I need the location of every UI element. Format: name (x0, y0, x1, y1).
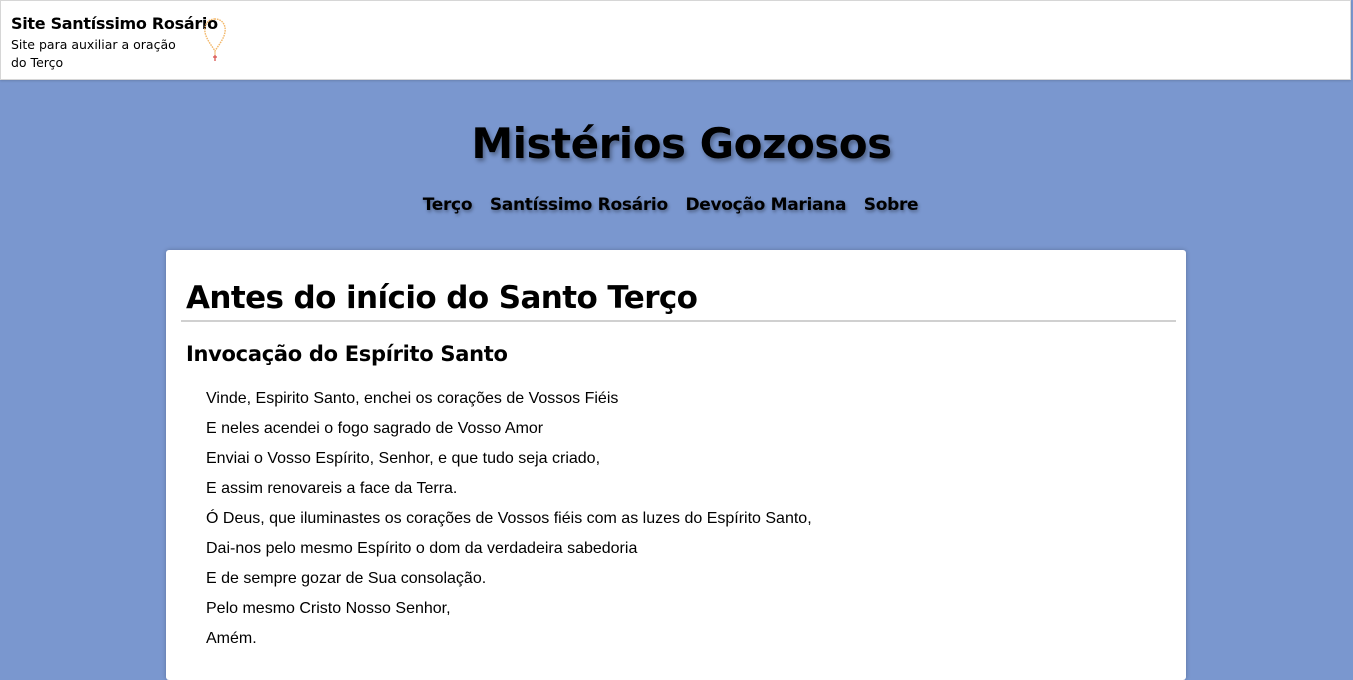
content-card: Antes do início do Santo Terço Invocação… (166, 250, 1186, 680)
prayer-text: Vinde, Espirito Santo, enchei os coraçõe… (206, 384, 812, 654)
prayer-line: Ó Deus, que iluminastes os corações de V… (206, 510, 812, 527)
nav-item-terco[interactable]: Terço (423, 192, 473, 218)
section-title: Antes do início do Santo Terço (186, 280, 698, 316)
site-header: Site Santíssimo Rosário Site para auxili… (0, 0, 1351, 80)
main-nav: Terço Santíssimo Rosário Devoção Mariana… (0, 192, 1341, 218)
prayer-line: Amém. (206, 630, 257, 647)
site-brand[interactable]: Site Santíssimo Rosário Site para auxili… (11, 13, 218, 72)
prayer-line: Vinde, Espirito Santo, enchei os coraçõe… (206, 390, 619, 407)
prayer-title: Invocação do Espírito Santo (186, 342, 508, 366)
prayer-line: E neles acendei o fogo sagrado de Vosso … (206, 420, 544, 437)
prayer-line: E de sempre gozar de Sua consolação. (206, 570, 487, 587)
site-title[interactable]: Site Santíssimo Rosário (11, 13, 218, 35)
page-hero: Mistérios Gozosos Terço Santíssimo Rosár… (0, 80, 1351, 250)
prayer-line: Pelo mesmo Cristo Nosso Senhor, (206, 600, 451, 617)
rosary-icon (204, 18, 226, 61)
nav-item-devocao-mariana[interactable]: Devoção Mariana (685, 192, 846, 218)
prayer-line: E assim renovareis a face da Terra. (206, 480, 458, 497)
site-subtitle: Site para auxiliar a oração do Terço (11, 37, 176, 70)
page-title: Mistérios Gozosos (471, 119, 892, 168)
nav-item-sobre[interactable]: Sobre (864, 192, 919, 218)
prayer-line: Dai-nos pelo mesmo Espírito o dom da ver… (206, 540, 638, 557)
section-divider (181, 320, 1176, 322)
prayer-line: Enviai o Vosso Espírito, Senhor, e que t… (206, 450, 601, 467)
nav-item-santissimo-rosario[interactable]: Santíssimo Rosário (490, 192, 668, 218)
